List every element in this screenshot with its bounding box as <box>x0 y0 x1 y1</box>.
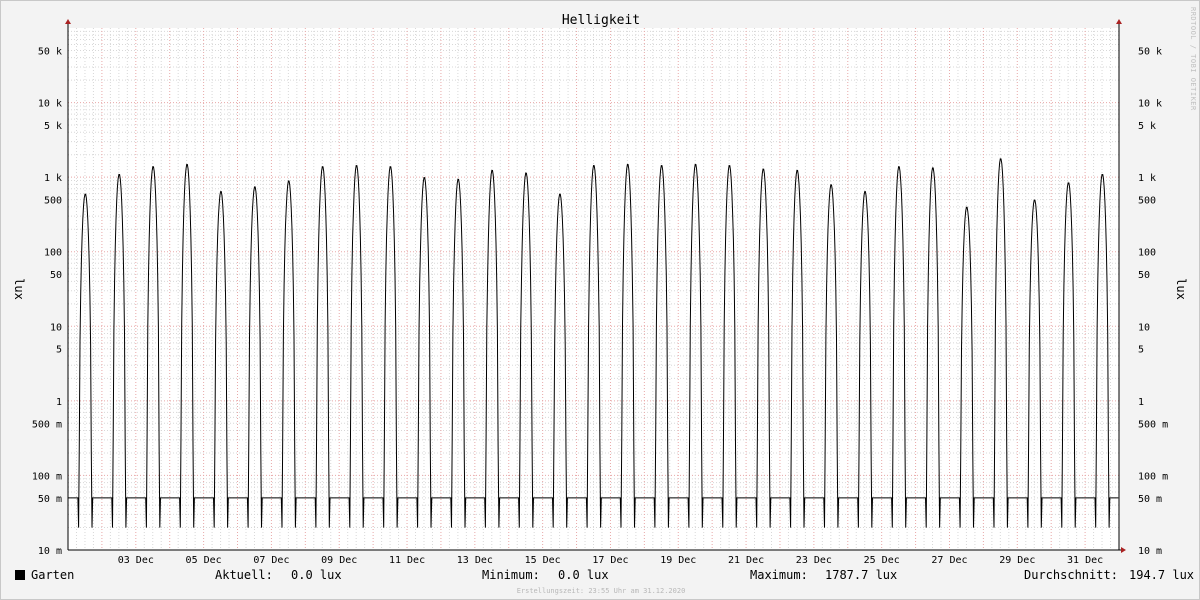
y-tick-label: 100 m <box>32 471 62 482</box>
y-tick-label-right: 10 k <box>1138 99 1162 110</box>
y-tick-label: 50 <box>50 270 62 281</box>
x-tick-label: 11 Dec <box>389 555 425 566</box>
x-tick-label: 15 Dec <box>525 555 561 566</box>
x-axis-arrow <box>1121 547 1126 553</box>
minimum-label: Minimum: <box>482 568 540 582</box>
x-tick-label: 19 Dec <box>660 555 696 566</box>
y-axis-label-left: lux <box>12 278 26 300</box>
legend-swatch-garten <box>15 570 25 580</box>
y-tick-label: 500 <box>44 196 62 207</box>
y-tick-label: 50 m <box>38 494 62 505</box>
x-tick-label: 29 Dec <box>999 555 1035 566</box>
x-tick-label: 21 Dec <box>728 555 764 566</box>
y-tick-label-right: 100 <box>1138 248 1156 259</box>
x-tick-label: 03 Dec <box>118 555 154 566</box>
y-tick-label-right: 1 k <box>1138 173 1156 184</box>
y-tick-label: 5 <box>56 345 62 356</box>
y-tick-label-right: 50 k <box>1138 46 1162 57</box>
y-tick-label: 10 k <box>38 99 62 110</box>
minimum-value: 0.0 lux <box>558 568 609 582</box>
y-tick-label: 50 k <box>38 46 62 57</box>
x-tick-label: 13 Dec <box>457 555 493 566</box>
y-axis-label-right: lux <box>1174 278 1188 300</box>
maximum-label: Maximum: <box>750 568 808 582</box>
helligkeit-chart: 50 k 10 k 5 k 1 k 500 100 50 10 5 1 500 m 100 m 50 m… <box>12 13 1188 566</box>
current-value: 0.0 lux <box>291 568 342 582</box>
y-tick-label-right: 500 <box>1138 196 1156 207</box>
y-tick-labels-left: 50 k 10 k 5 k 1 k 500 100 50 10 5 1 500 m 100 m 50 m… <box>32 46 62 557</box>
legend-series-name: Garten <box>31 568 75 582</box>
average-label: Durchschnitt: <box>1024 568 1118 582</box>
x-tick-label: 17 Dec <box>592 555 628 566</box>
y-tick-label: 100 <box>44 248 62 259</box>
x-tick-labels: 03 Dec 05 Dec 07 Dec 09 Dec 11 Dec 13 Dec 15 D… <box>118 555 1103 566</box>
y-tick-label-right: 10 <box>1138 322 1150 333</box>
y-tick-label-right: 500 m <box>1138 419 1168 430</box>
legend: Garten Aktuell: 0.0 lux Minimum: 0.0 lux… <box>15 568 1194 586</box>
y-axis-arrow-right <box>1116 19 1122 24</box>
y-tick-label-right: 10 m <box>1138 546 1162 557</box>
x-tick-label: 09 Dec <box>321 555 357 566</box>
current-label: Aktuell: <box>215 568 273 582</box>
maximum-value: 1787.7 lux <box>825 568 898 582</box>
y-tick-label-right: 50 m <box>1138 494 1162 505</box>
y-tick-label: 10 m <box>38 546 62 557</box>
x-tick-label: 31 Dec <box>1067 555 1103 566</box>
y-tick-label-right: 50 <box>1138 270 1150 281</box>
x-tick-label: 25 Dec <box>864 555 900 566</box>
watermark: RRDTOOL / TOBI OETIKER <box>1189 7 1197 111</box>
x-tick-label: 27 Dec <box>931 555 967 566</box>
x-tick-label: 07 Dec <box>253 555 289 566</box>
x-tick-label: 05 Dec <box>186 555 222 566</box>
y-tick-labels-right: 50 k 10 k 5 k 1 k 500 100 50 10 5 1 500 m 100 m 50 m… <box>1138 46 1168 557</box>
average-value: 194.7 lux <box>1129 568 1195 582</box>
y-tick-label: 5 k <box>44 121 62 132</box>
y-tick-label: 500 m <box>32 419 62 430</box>
x-tick-label: 23 Dec <box>796 555 832 566</box>
y-tick-label: 10 <box>50 322 62 333</box>
y-tick-label: 1 k <box>44 173 62 184</box>
y-tick-label-right: 5 k <box>1138 121 1156 132</box>
chart-title: Helligkeit <box>562 13 640 28</box>
y-tick-label-right: 5 <box>1138 345 1144 356</box>
y-axis-arrow-left <box>65 19 71 24</box>
y-tick-label-right: 1 <box>1138 397 1144 408</box>
creation-time: Erstellungszeit: 23:55 Uhr am 31.12.2020 <box>516 587 686 595</box>
y-tick-label: 1 <box>56 397 62 408</box>
y-tick-label-right: 100 m <box>1138 471 1168 482</box>
graph-frame: 50 k 10 k 5 k 1 k 500 100 50 10 5 1 500 m 100 m 50 m… <box>0 0 1200 600</box>
